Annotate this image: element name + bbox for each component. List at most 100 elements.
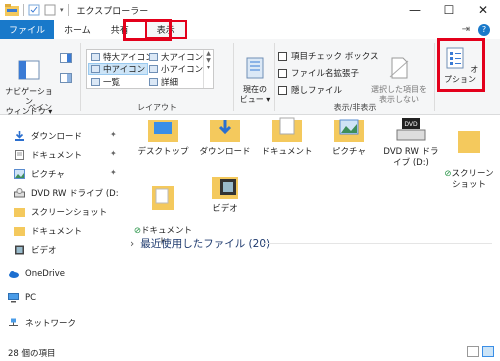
options-highlight: [437, 38, 485, 92]
ribbon-right-controls: ⇥ ?: [462, 20, 500, 39]
preview-pane-icon[interactable]: [60, 53, 72, 63]
layout-scroll[interactable]: ▲ ▼ ▾: [203, 50, 213, 88]
window-controls: — ☐ ✕: [398, 0, 500, 20]
svg-text:DVD: DVD: [404, 121, 418, 128]
navigation-pane-icon: [18, 60, 40, 80]
hide-selected-button[interactable]: 選択した項目を 表示しない: [366, 47, 432, 105]
item-screenshots[interactable]: ⊘スクリーン ショット: [438, 116, 500, 191]
pane-group: ナビゲーション ウィンドウ ▾ ペイン: [0, 39, 80, 116]
sync-check-icon: ⊘: [133, 226, 142, 236]
download-icon: [15, 131, 24, 141]
checkbox[interactable]: [278, 51, 287, 61]
documents-folder-icon: [270, 116, 304, 144]
documents-folder-icon: [146, 184, 180, 212]
item-dvd-drive[interactable]: DVD DVD RW ドライブ (D:): [380, 116, 442, 169]
pictures-folder-icon: [332, 116, 366, 144]
nav-label: ドキュメント: [31, 227, 83, 237]
nav-item-screenshots[interactable]: スクリーンショット: [14, 206, 107, 218]
nav-label: PC: [25, 293, 37, 303]
current-view-button[interactable]: 現在の ビュー ▾: [238, 47, 272, 105]
folder-icon: [14, 227, 25, 236]
layout-large-icons[interactable]: 大アイコン: [147, 51, 205, 63]
layout-details[interactable]: 詳細: [147, 76, 180, 88]
nav-item-videos[interactable]: ビデオ: [14, 244, 57, 256]
checkbox[interactable]: [278, 85, 287, 95]
item-label: デスクトップ: [137, 147, 189, 157]
large-icons-view-button[interactable]: [482, 346, 494, 357]
nav-item-downloads[interactable]: ダウンロード: [14, 130, 82, 142]
ribbon-panel: ナビゲーション ウィンドウ ▾ ペイン レイアウト 特大アイコン 大アイコン 中…: [0, 38, 500, 116]
document-icon: [15, 150, 24, 160]
pictures-icon: [14, 169, 25, 179]
layout-medium-icons[interactable]: 中アイコン: [88, 63, 149, 75]
checkbox-label: ファイル名拡張子: [291, 69, 360, 79]
nav-item-dvd-drive[interactable]: DVD RW ドライブ (D:: [14, 187, 119, 199]
item-label: ダウンロード: [199, 147, 251, 157]
window-title: エクスプローラー: [76, 6, 149, 17]
nav-item-documents-folder[interactable]: ドキュメント: [14, 225, 82, 237]
item-downloads[interactable]: ダウンロード: [194, 116, 256, 158]
item-pictures[interactable]: ピクチャ: [318, 116, 380, 158]
tab-file[interactable]: ファイル: [0, 20, 55, 39]
new-folder-icon[interactable]: [44, 4, 56, 16]
folder-icon: [14, 208, 25, 217]
item-label: ピクチャ: [332, 147, 366, 157]
downloads-folder-icon: [208, 116, 242, 144]
properties-icon[interactable]: [28, 4, 40, 16]
toolbar-separator: [23, 4, 24, 16]
nav-item-onedrive[interactable]: OneDrive: [8, 269, 65, 279]
details-pane-icon[interactable]: [60, 73, 72, 83]
pin-icon: ✦: [110, 168, 117, 177]
hide-selected-icon: [389, 57, 409, 79]
nav-item-pc[interactable]: PC: [8, 293, 36, 303]
dvd-drive-icon: DVD: [394, 116, 428, 144]
item-checkbox-toggle[interactable]: 項目チェック ボックス: [278, 50, 378, 62]
view-tab-highlight: [123, 19, 172, 41]
ribbon-tabs: ファイル ホーム 共有 表示 ⇥ ?: [0, 20, 500, 39]
item-label: ドキュメント: [261, 147, 313, 157]
recent-files-group[interactable]: › 最近使用したファイル (20): [130, 236, 270, 251]
details-view-button[interactable]: [467, 346, 479, 357]
hide-selected-label: 選択した項目を 表示しない: [371, 85, 427, 104]
item-documents[interactable]: ドキュメント: [256, 116, 318, 158]
help-icon[interactable]: ?: [478, 23, 490, 36]
folder-app-icon: [5, 4, 19, 16]
explorer-window: ▾ エクスプローラー — ☐ ✕ ファイル ホーム 共有 表示 ⇥ ? ナビゲー…: [0, 0, 500, 361]
quick-access-toolbar: ▾: [0, 4, 69, 16]
file-extension-toggle[interactable]: ファイル名拡張子: [278, 67, 359, 79]
item-videos[interactable]: ビデオ: [194, 173, 256, 215]
details-icon: [149, 78, 158, 86]
layout-list[interactable]: 一覧: [89, 76, 122, 88]
checkbox[interactable]: [278, 68, 287, 78]
screenshots-folder-icon: [452, 127, 486, 155]
videos-folder-icon: [208, 173, 242, 201]
minimize-button[interactable]: —: [398, 0, 432, 20]
item-desktop[interactable]: デスクトップ: [132, 116, 194, 158]
customize-qat-icon[interactable]: ▾: [60, 6, 64, 14]
layout-label: 小アイコン: [161, 65, 204, 75]
extra-large-icons-icon: [91, 53, 100, 61]
video-icon: [15, 245, 24, 255]
nav-item-documents[interactable]: ドキュメント: [14, 149, 82, 161]
title-bar: ▾ エクスプローラー — ☐ ✕: [0, 0, 500, 20]
tab-home[interactable]: ホーム: [54, 20, 101, 39]
current-view-label: 現在の ビュー ▾: [239, 85, 271, 104]
nav-label: ピクチャ: [31, 170, 65, 180]
layout-gallery: 特大アイコン 大アイコン 中アイコン 小アイコン 一覧 詳細 ▲ ▼ ▾: [86, 49, 214, 89]
pin-ribbon-icon[interactable]: ⇥: [462, 24, 470, 35]
close-button[interactable]: ✕: [466, 0, 500, 20]
nav-item-network[interactable]: ネットワーク: [8, 317, 76, 329]
layout-extra-large-icons[interactable]: 特大アイコン: [89, 51, 156, 63]
nav-item-pictures[interactable]: ピクチャ: [14, 168, 65, 180]
cloud-icon: [9, 271, 19, 278]
nav-label: OneDrive: [25, 269, 65, 279]
navigation-pane: ダウンロード ✦ ドキュメント ✦ ピクチャ ✦ DVD RW ドライブ (D:…: [0, 116, 122, 344]
checkbox-label: 隠しファイル: [291, 86, 343, 96]
group-divider: [262, 243, 492, 244]
sync-check-icon: ⊘: [444, 169, 452, 179]
maximize-button[interactable]: ☐: [432, 0, 466, 20]
layout-small-icons[interactable]: 小アイコン: [147, 63, 205, 75]
hidden-files-toggle[interactable]: 隠しファイル: [278, 84, 342, 96]
layout-label: 特大アイコン: [103, 53, 154, 63]
current-view-icon: [246, 57, 264, 79]
